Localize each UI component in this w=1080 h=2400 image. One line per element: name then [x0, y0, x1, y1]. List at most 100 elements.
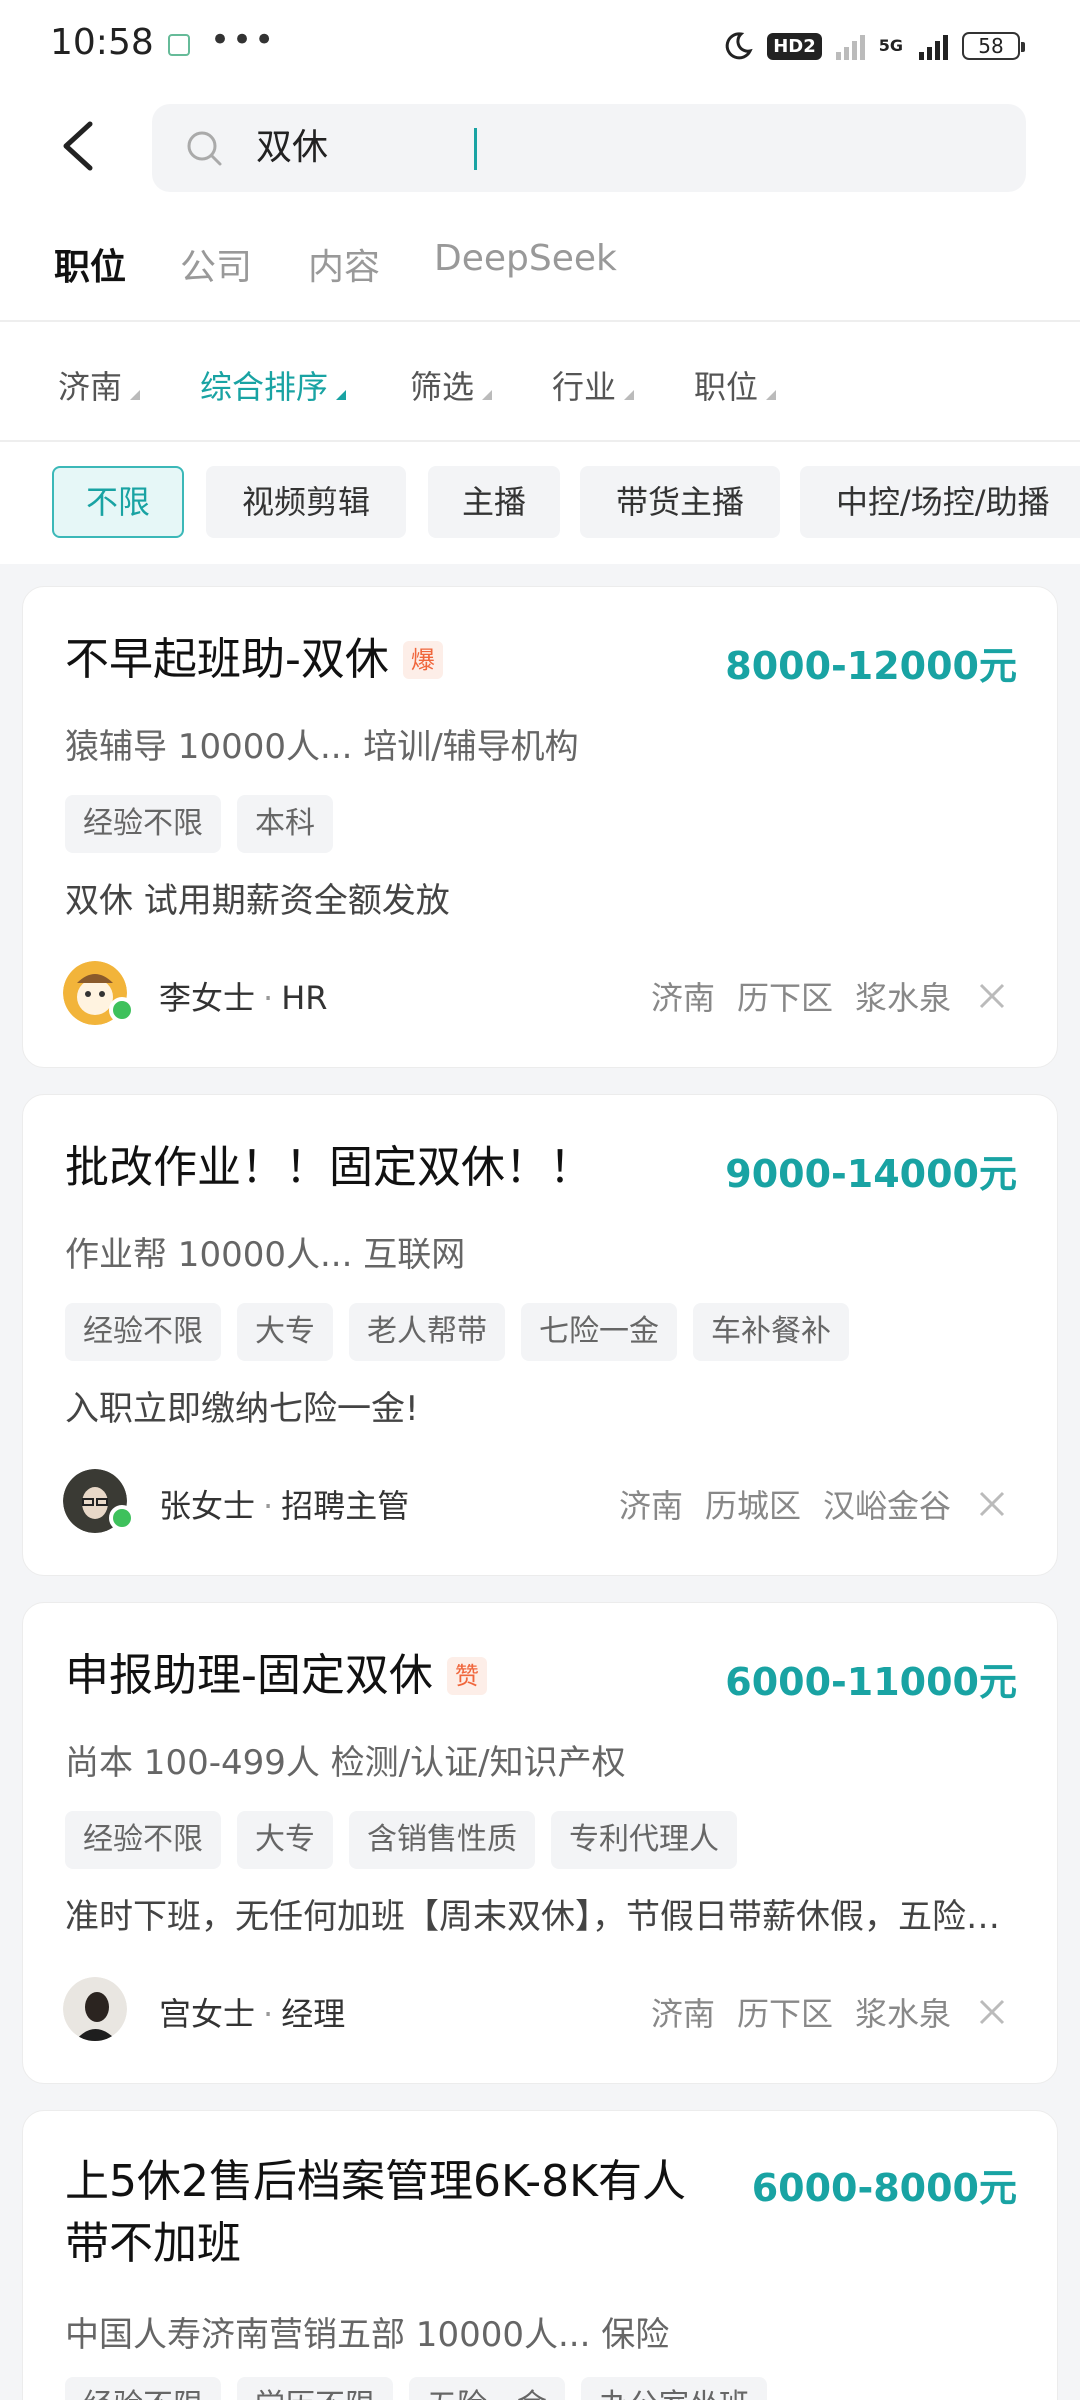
job-card[interactable]: 批改作业！！固定双休！！ 9000-14000元 作业帮 10000人... 互… [22, 1094, 1058, 1576]
job-salary: 6000-8000元 [751, 2166, 1017, 2210]
chip-sales-streamer[interactable]: 带货主播 [580, 466, 780, 538]
job-tag: 办公室坐班 [581, 2377, 767, 2400]
location-area: 浆水泉 [854, 1995, 951, 2033]
location-district: 历下区 [736, 1995, 833, 2033]
job-title: 上5休2售后档案管理6K-8K有人 带不加班 [65, 2151, 785, 2275]
tab-jobs[interactable]: 职位 [54, 238, 126, 290]
filter-sort[interactable]: 综合排序 [200, 362, 347, 408]
location-city: 济南 [650, 1995, 715, 2033]
recruiter-name: 张女士 [159, 1487, 256, 1525]
job-tags: 经验不限 大专 老人帮带 七险一金 车补餐补 [65, 1303, 849, 1361]
job-tag: 本科 [237, 795, 333, 853]
status-bar: 10:58 ••• HD2 5G 58 [0, 0, 1080, 92]
recruiter-role: 经理 [281, 1995, 346, 2033]
job-tag: 经验不限 [65, 1303, 221, 1361]
job-description: 双休 试用期薪资全额发放 [65, 881, 450, 921]
chip-video-editing[interactable]: 视频剪辑 [206, 466, 406, 538]
job-tag: 大专 [237, 1811, 333, 1869]
job-location: 济南 历下区 浆水泉 [629, 973, 951, 1019]
job-description: 准时下班，无任何加班【周末双休】，节假日带薪休假，五险一金，带薪培训 [65, 1897, 1025, 1937]
search-icon [187, 131, 222, 166]
dropdown-triangle-icon [336, 390, 347, 400]
job-title-text: 不早起班助-双休 [65, 634, 389, 685]
dismiss-close-icon[interactable] [979, 1999, 1005, 2025]
network-type: 5G [878, 36, 903, 55]
recruiter-info: 宫女士 · 经理 [159, 1989, 345, 2035]
dropdown-triangle-icon [766, 390, 777, 400]
job-tags: 经验不限 本科 [65, 795, 333, 853]
job-title-text: 批改作业！！固定双休！！ [65, 1142, 593, 1193]
job-location: 济南 历城区 汉峪金谷 [597, 1481, 951, 1527]
result-type-tabs: 职位 公司 内容 DeepSeek [0, 202, 1080, 322]
recruiter-info: 张女士 · 招聘主管 [159, 1481, 409, 1527]
filter-industry[interactable]: 行业 [552, 362, 635, 408]
online-status-dot [109, 997, 135, 1023]
job-title-line: 带不加班 [65, 2218, 241, 2269]
separator-dot: · [263, 1995, 274, 2033]
dismiss-close-icon[interactable] [979, 1491, 1005, 1517]
filter-screen-label: 筛选 [410, 368, 475, 406]
praise-badge: 赞 [446, 1657, 487, 1695]
recruiter-role: 招聘主管 [281, 1487, 410, 1525]
job-tag: 含销售性质 [349, 1811, 535, 1869]
chip-live-control[interactable]: 中控/场控/助播 [800, 466, 1080, 538]
location-city: 济南 [650, 979, 715, 1017]
hd-voice-badge: HD2 [767, 32, 822, 60]
hot-badge: 爆 [402, 641, 443, 679]
job-tag: 经验不限 [65, 2377, 221, 2400]
search-header: 双休 [0, 92, 1080, 202]
dismiss-close-icon[interactable] [979, 983, 1005, 1009]
tab-content[interactable]: 内容 [308, 238, 380, 290]
message-notification-icon [168, 34, 190, 56]
tab-companies[interactable]: 公司 [180, 238, 252, 290]
location-district: 历下区 [736, 979, 833, 1017]
online-status-dot [109, 1505, 135, 1531]
job-company: 中国人寿济南营销五部 10000人... 保险 [65, 2315, 670, 2355]
job-card[interactable]: 上5休2售后档案管理6K-8K有人 带不加班 6000-8000元 中国人寿济南… [22, 2110, 1058, 2400]
job-title: 批改作业！！固定双休！！ [65, 1137, 593, 1199]
job-tags: 经验不限 大专 含销售性质 专利代理人 [65, 1811, 737, 1869]
filter-sort-label: 综合排序 [200, 368, 329, 406]
job-tag: 车补餐补 [693, 1303, 849, 1361]
job-salary: 6000-11000元 [725, 1660, 1017, 1704]
dropdown-triangle-icon [624, 390, 635, 400]
chip-streamer[interactable]: 主播 [428, 466, 560, 538]
job-tag: 大专 [237, 1303, 333, 1361]
filter-city-label: 济南 [58, 368, 123, 406]
job-tag: 七险一金 [521, 1303, 677, 1361]
recruiter-role: HR [281, 979, 328, 1017]
search-box[interactable]: 双休 [152, 104, 1026, 192]
recruiter-name: 宫女士 [159, 1995, 256, 2033]
back-arrow-icon[interactable] [52, 118, 108, 174]
battery-icon: 58 [962, 32, 1025, 60]
job-tag: 老人帮带 [349, 1303, 505, 1361]
recruiter-info: 李女士 · HR [159, 973, 327, 1019]
location-city: 济南 [618, 1487, 683, 1525]
filter-industry-label: 行业 [552, 368, 617, 406]
job-tag: 经验不限 [65, 1811, 221, 1869]
filter-city[interactable]: 济南 [58, 362, 141, 408]
job-tag: 学历不限 [237, 2377, 393, 2400]
job-title-text: 申报助理-固定双休 [65, 1650, 433, 1701]
filter-bar: 济南 综合排序 筛选 行业 职位 [0, 322, 1080, 442]
job-company: 作业帮 10000人... 互联网 [65, 1235, 466, 1275]
location-area: 汉峪金谷 [822, 1487, 951, 1525]
job-tag: 五险一金 [409, 2377, 565, 2400]
do-not-disturb-moon-icon [725, 32, 753, 60]
chip-all[interactable]: 不限 [52, 466, 184, 538]
status-time: 10:58 [50, 22, 154, 63]
recruiter-avatar [63, 1977, 127, 2041]
job-card[interactable]: 不早起班助-双休爆 8000-12000元 猿辅导 10000人... 培训/辅… [22, 586, 1058, 1068]
job-company: 尚本 100-499人 检测/认证/知识产权 [65, 1743, 626, 1783]
separator-dot: · [263, 979, 274, 1017]
job-description: 入职立即缴纳七险一金! [65, 1389, 419, 1429]
more-notifications-icon: ••• [210, 20, 277, 60]
job-location: 济南 历下区 浆水泉 [629, 1989, 951, 2035]
location-district: 历城区 [704, 1487, 801, 1525]
tab-deepseek[interactable]: DeepSeek [434, 238, 617, 279]
job-card[interactable]: 申报助理-固定双休赞 6000-11000元 尚本 100-499人 检测/认证… [22, 1602, 1058, 2084]
search-input[interactable]: 双休 [256, 104, 956, 192]
filter-position[interactable]: 职位 [694, 362, 777, 408]
filter-screen[interactable]: 筛选 [410, 362, 493, 408]
job-salary: 8000-12000元 [725, 644, 1017, 688]
